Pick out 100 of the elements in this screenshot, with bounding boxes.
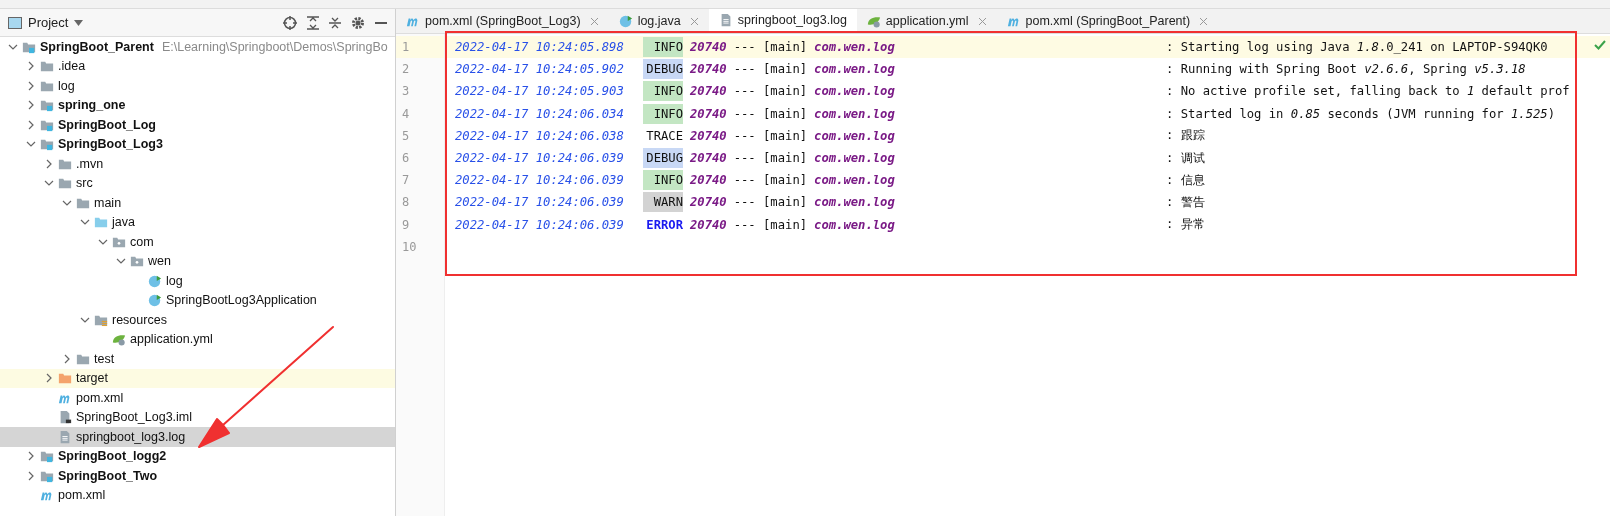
tree-item[interactable]: SpringBoot_Log [0, 115, 395, 135]
tree-label: SpringBoot_Log3.iml [76, 410, 193, 425]
collapse-all-icon[interactable] [329, 15, 341, 30]
tree-item[interactable]: spring_one [0, 95, 395, 115]
tree-label: springboot_log3.log [76, 429, 186, 444]
folder-icon [58, 371, 72, 386]
tree-item[interactable]: application.yml [0, 329, 395, 349]
chevron-icon[interactable] [44, 158, 54, 169]
thread-name: --- [main] [733, 62, 808, 77]
timestamp: 2022-04-17 10:24:06.039 [455, 195, 625, 210]
tree-item[interactable]: test [0, 349, 395, 369]
log-message: : 信息 [1166, 171, 1205, 189]
path-text: E:\Learning\Springboot\Demos\SpringBo [161, 39, 388, 54]
timestamp: 2022-04-17 10:24:06.039 [455, 173, 625, 188]
editor-tab[interactable]: pom.xml (SpringBoot_Log3) [396, 9, 609, 33]
tree-item[interactable]: wen [0, 251, 395, 271]
tree-item[interactable]: SpringBoot_Parent E:\Learning\Springboot\Demos\SpringBo [0, 37, 395, 57]
tree-label: com [130, 234, 154, 249]
leaf-gear-icon [112, 332, 126, 347]
folder-icon [40, 59, 54, 74]
chevron-icon[interactable] [26, 100, 36, 111]
tree-item[interactable]: main [0, 193, 395, 213]
chevron-icon[interactable] [26, 80, 36, 91]
dropdown-icon[interactable] [74, 19, 84, 26]
tree-item[interactable]: target [0, 368, 395, 388]
tree-label: SpringBoot_Log3 [58, 137, 163, 152]
thread-name: --- [main] [733, 151, 808, 166]
close-icon[interactable] [589, 16, 599, 26]
tree-label: src [76, 176, 93, 191]
line-number: 9 [401, 216, 411, 234]
editor-tab[interactable]: springboot_log3.log [708, 9, 857, 33]
chevron-icon[interactable] [26, 470, 36, 481]
tree-label: SpringBootLog3Application [166, 293, 317, 308]
thread-name: --- [main] [733, 195, 808, 210]
module-folder-icon [40, 98, 54, 113]
tree-item[interactable]: SpringBoot_logg2 [0, 446, 395, 466]
settings-icon[interactable] [351, 15, 365, 30]
log-level: WARN [643, 192, 683, 213]
line-number: 7 [401, 172, 411, 190]
tree-item[interactable]: SpringBoot_Log3 [0, 134, 395, 154]
tree-label: spring_one [58, 98, 126, 113]
chevron-icon[interactable] [26, 61, 36, 72]
tree-item[interactable]: log [0, 271, 395, 291]
tree-label: SpringBoot_Parent [40, 39, 154, 54]
tree-label: pom.xml [76, 390, 124, 405]
process-id: 20740 [690, 195, 727, 210]
editor-tab[interactable]: log.java [608, 9, 709, 33]
tree-item[interactable]: .idea [0, 56, 395, 76]
module-folder-icon [40, 137, 54, 152]
logger-name: com.wen.log [814, 62, 896, 77]
tree-item[interactable]: springboot_log3.log [0, 427, 395, 447]
line-number: 4 [401, 105, 411, 123]
tree-item[interactable]: SpringBootLog3Application [0, 290, 395, 310]
chevron-icon[interactable] [44, 373, 54, 384]
line-number: 5 [401, 127, 411, 145]
log-message: : 跟踪 [1166, 127, 1205, 145]
tree-label: SpringBoot_Two [58, 468, 158, 483]
chevron-icon[interactable] [26, 119, 36, 130]
log-message: : 异常 [1166, 216, 1205, 234]
process-id: 20740 [690, 128, 727, 143]
tree-label: SpringBoot_Log [58, 117, 156, 132]
tree-item[interactable]: SpringBoot_Two [0, 466, 395, 486]
editor-tab[interactable]: application.yml [856, 9, 997, 33]
locate-icon[interactable] [283, 15, 297, 30]
log-message: : No active profile set, falling back to 1 default prof [1166, 84, 1570, 99]
tree-item[interactable]: pom.xml [0, 485, 395, 505]
process-id: 20740 [690, 62, 727, 77]
logger-name: com.wen.log [814, 195, 896, 210]
class-icon [618, 14, 633, 28]
log-message: : Starting log using Java 1.8.0_241 on LAPTOP-S94QK0 [1166, 40, 1548, 55]
tree-item[interactable]: .mvn [0, 154, 395, 174]
tree-item[interactable]: src [0, 173, 395, 193]
panel-title[interactable]: Project [28, 15, 69, 30]
tree-label: main [94, 195, 122, 210]
editor-tab[interactable]: pom.xml (SpringBoot_Parent) [996, 9, 1219, 33]
timestamp: 2022-04-17 10:24:05.903 [455, 84, 625, 99]
close-icon[interactable] [977, 16, 987, 26]
line-number: 2 [401, 61, 411, 79]
tree-item[interactable]: java [0, 212, 395, 232]
process-id: 20740 [690, 173, 727, 188]
tree-item[interactable]: SpringBoot_Log3.iml [0, 407, 395, 427]
close-icon[interactable] [1199, 16, 1209, 26]
package-folder-icon [130, 254, 144, 269]
tree-item[interactable]: log [0, 76, 395, 96]
tree-label: wen [148, 254, 171, 269]
chevron-icon[interactable] [62, 353, 72, 364]
tree-item[interactable]: com [0, 232, 395, 252]
file-icon [58, 410, 72, 425]
expand-all-icon[interactable] [307, 15, 319, 30]
timestamp: 2022-04-17 10:24:05.902 [455, 62, 625, 77]
logger-name: com.wen.log [814, 40, 896, 55]
tree-item[interactable]: resources [0, 310, 395, 330]
line-number: 6 [401, 149, 411, 167]
tree-label: resources [112, 312, 167, 327]
log-level: INFO [643, 103, 683, 124]
minimize-icon[interactable] [375, 21, 387, 24]
chevron-icon[interactable] [26, 451, 36, 462]
tree-item[interactable]: pom.xml [0, 388, 395, 408]
logger-name: com.wen.log [814, 84, 896, 99]
close-icon[interactable] [689, 16, 699, 26]
